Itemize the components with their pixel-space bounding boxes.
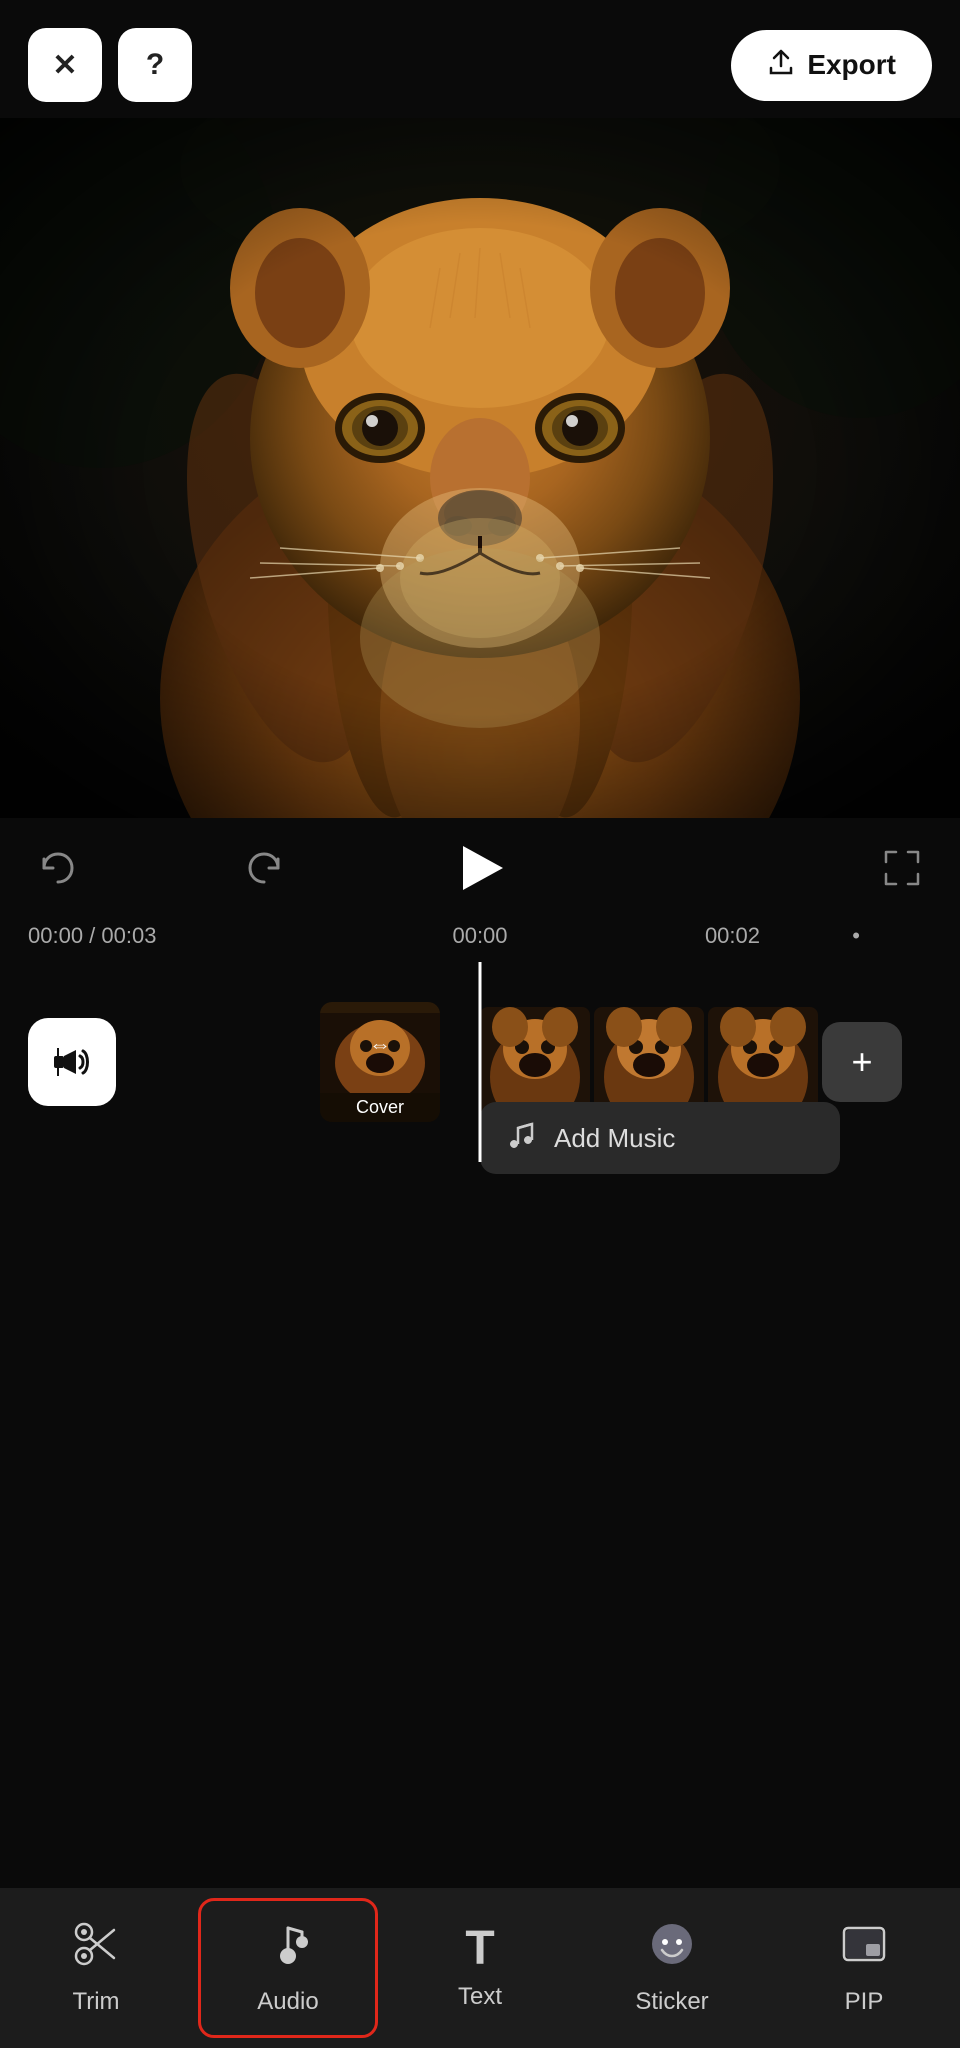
toolbar-item-text[interactable]: T Text [390, 1898, 570, 2038]
pip-icon [840, 1920, 888, 1978]
toolbar-item-audio[interactable]: Audio [198, 1898, 378, 2038]
play-button[interactable] [448, 836, 512, 900]
export-label: Export [807, 49, 896, 81]
pip-label: PIP [845, 1988, 884, 2016]
sticker-icon [648, 1920, 696, 1978]
trim-label: Trim [72, 1988, 119, 2016]
timeline-empty-space [0, 1162, 960, 1862]
text-tool-icon: T [465, 1925, 494, 1973]
toolbar-item-trim[interactable]: Trim [6, 1898, 186, 2038]
bottom-toolbar: Trim Audio T Text Sticker [0, 1888, 960, 2048]
video-thumb-1 [480, 1007, 590, 1117]
play-icon [463, 846, 503, 890]
export-icon [767, 48, 795, 83]
video-thumb-3 [708, 1007, 818, 1117]
add-music-button[interactable]: Add Music [480, 1102, 840, 1174]
timeline-section: ⇔ Cover [0, 962, 960, 1862]
cover-label: Cover [320, 1093, 440, 1122]
text-label: Text [458, 1983, 502, 2011]
video-preview [0, 118, 960, 818]
time-marker-1: 00:00 [452, 923, 507, 949]
time-dot: • [852, 923, 860, 949]
speaker-button[interactable] [28, 1018, 116, 1106]
toolbar-item-pip[interactable]: PIP [774, 1898, 954, 2038]
scissors-icon [72, 1920, 120, 1978]
time-marker-2: 00:02 [705, 923, 760, 949]
add-music-label: Add Music [554, 1123, 675, 1154]
top-bar: ✕ ? Export [0, 0, 960, 118]
time-ruler: 00:00 / 00:03 00:00 00:02 • [0, 918, 960, 962]
time-current: 00:00 / 00:03 [28, 923, 156, 949]
sticker-label: Sticker [635, 1988, 708, 2016]
fullscreen-button[interactable] [880, 846, 924, 890]
playback-controls [0, 818, 960, 918]
audio-icon [264, 1920, 312, 1978]
help-button[interactable]: ? [118, 28, 192, 102]
top-bar-left: ✕ ? [28, 28, 192, 102]
add-clip-button[interactable]: + [822, 1022, 902, 1102]
cover-thumbnail[interactable]: ⇔ Cover [320, 1002, 440, 1122]
undo-button[interactable] [36, 846, 80, 890]
audio-label: Audio [257, 1988, 318, 2016]
close-button[interactable]: ✕ [28, 28, 102, 102]
toolbar-item-sticker[interactable]: Sticker [582, 1898, 762, 2038]
video-thumb-2 [594, 1007, 704, 1117]
timeline-track: ⇔ Cover [0, 962, 960, 1162]
playhead [479, 962, 482, 1162]
export-button[interactable]: Export [731, 30, 932, 101]
music-note-icon [504, 1118, 538, 1159]
redo-button[interactable] [242, 846, 286, 890]
